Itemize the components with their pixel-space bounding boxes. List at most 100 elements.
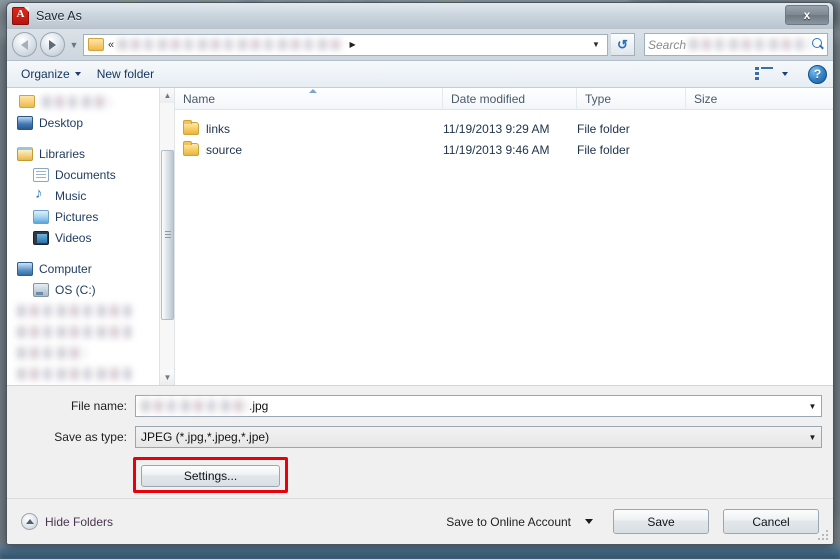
libraries-icon (17, 146, 33, 161)
chevron-down-icon[interactable]: ▼ (804, 396, 821, 416)
close-button[interactable]: x (785, 5, 829, 25)
scroll-up-icon[interactable]: ▲ (160, 88, 174, 103)
view-list-icon (755, 66, 775, 82)
file-list-pane: Name Date modified Type Size links 11/19… (175, 87, 833, 385)
file-name-row: File name: .jpg ▼ (7, 394, 833, 418)
back-button[interactable] (12, 32, 37, 57)
nav-item-redacted[interactable] (7, 300, 174, 321)
command-bar: Organize New folder ? (7, 61, 833, 88)
navigation-bar: ▼ « ▶ ▼ ↺ Search (7, 29, 833, 61)
navpane-scrollbar[interactable]: ▲ ▼ (159, 88, 174, 385)
sidebar-item-videos[interactable]: Videos (7, 227, 174, 248)
sidebar-item-desktop[interactable]: Desktop (7, 112, 174, 133)
sidebar-item-label: Videos (55, 230, 92, 245)
nav-item-redacted[interactable] (7, 342, 174, 363)
forward-arrow-icon (49, 39, 56, 50)
breadcrumb-path-redacted[interactable] (118, 39, 344, 50)
nav-item-label-redacted (17, 367, 135, 380)
music-icon (33, 185, 49, 203)
pictures-icon (33, 209, 49, 224)
save-form: File name: .jpg ▼ Save as type: JPEG (*.… (7, 386, 833, 502)
address-bar[interactable]: « ▶ ▼ (83, 33, 608, 56)
settings-button[interactable]: Settings... (141, 465, 280, 487)
file-date-cell: 11/19/2013 9:46 AM (443, 142, 550, 157)
sidebar-item-pictures[interactable]: Pictures (7, 206, 174, 227)
save-as-type-row: Save as type: JPEG (*.jpg,*.jpeg,*.jpe) … (7, 425, 833, 449)
save-as-type-label: Save as type: (54, 430, 127, 444)
sidebar-item-documents[interactable]: Documents (7, 164, 174, 185)
dialog-titlebar: Save As x (7, 3, 833, 29)
save-to-online-account-button[interactable]: Save to Online Account (446, 515, 593, 529)
sidebar-item-label: Libraries (39, 146, 86, 161)
table-row[interactable]: links 11/19/2013 9:29 AM File folder (175, 118, 833, 139)
column-header-type[interactable]: Type (577, 87, 686, 110)
new-folder-button[interactable]: New folder (89, 64, 162, 84)
cancel-button[interactable]: Cancel (723, 509, 819, 534)
collapse-up-icon (21, 513, 38, 530)
sort-ascending-icon (308, 88, 317, 93)
chevron-down-icon (782, 72, 788, 76)
file-list-header: Name Date modified Type Size (175, 87, 833, 110)
documents-icon (33, 167, 49, 182)
hide-folders-label: Hide Folders (45, 514, 114, 529)
save-button[interactable]: Save (613, 509, 709, 534)
sidebar-item-label: Desktop (39, 115, 84, 130)
resize-grip-icon[interactable] (818, 530, 830, 542)
column-header-size[interactable]: Size (686, 88, 786, 110)
column-header-date-modified[interactable]: Date modified (443, 87, 577, 110)
sidebar-item-libraries[interactable]: Libraries (7, 143, 174, 164)
nav-item-redacted[interactable] (7, 363, 174, 384)
background-taskbar-inner (0, 550, 840, 559)
breadcrumb-overflow-chevrons[interactable]: « (108, 39, 114, 51)
refresh-icon[interactable]: ↺ (611, 33, 635, 56)
file-name-label: File name: (70, 399, 127, 413)
sidebar-item-label: Music (55, 188, 87, 203)
dialog-content: Desktop Libraries Documents Music Pictur… (7, 87, 833, 386)
column-header-name[interactable]: Name (175, 87, 443, 110)
sidebar-item-label: Pictures (55, 209, 99, 224)
folder-icon (183, 141, 199, 156)
breadcrumb-separator-icon[interactable]: ▶ (349, 40, 355, 49)
computer-icon (17, 261, 33, 276)
file-type-cell: File folder (577, 121, 630, 136)
file-name-value-redacted (141, 400, 249, 412)
organize-button[interactable]: Organize (13, 64, 89, 84)
save-as-type-select[interactable]: JPEG (*.jpg,*.jpeg,*.jpe) ▼ (135, 426, 822, 448)
sidebar-item-computer[interactable]: Computer (7, 258, 174, 279)
view-mode-button[interactable] (747, 64, 796, 85)
file-name-label: links (206, 121, 231, 136)
sidebar-item-label: Computer (39, 261, 92, 276)
file-name-cell[interactable]: links (175, 120, 443, 136)
scroll-down-icon[interactable]: ▼ (160, 370, 174, 385)
hide-folders-button[interactable]: Hide Folders (7, 513, 113, 530)
file-name-cell[interactable]: source (175, 141, 443, 157)
sidebar-item-label: Documents (55, 167, 116, 182)
column-header-label: Name (183, 91, 216, 106)
address-dropdown-button[interactable]: ▼ (587, 35, 605, 55)
forward-button[interactable] (40, 32, 65, 57)
folder-icon (183, 120, 199, 135)
table-row[interactable]: source 11/19/2013 9:46 AM File folder (175, 139, 833, 160)
folder-icon (19, 95, 35, 108)
online-account-label: Save to Online Account (446, 514, 571, 529)
nav-item-label-redacted (42, 95, 110, 108)
sidebar-item-music[interactable]: Music (7, 185, 174, 206)
dialog-title: Save As (36, 8, 82, 23)
file-name-input[interactable]: .jpg ▼ (135, 395, 822, 417)
nav-item-label-redacted (17, 304, 135, 317)
drive-icon (33, 282, 49, 297)
nav-item-redacted-selected[interactable] (7, 321, 174, 342)
search-input[interactable]: Search (644, 33, 828, 56)
help-icon[interactable]: ? (808, 64, 827, 84)
dialog-footer: Hide Folders Save to Online Account Save… (7, 498, 833, 544)
chevron-down-icon[interactable]: ▼ (804, 427, 821, 447)
chevron-down-icon (74, 72, 81, 76)
recent-locations-button[interactable]: ▼ (68, 40, 80, 50)
scrollbar-thumb[interactable] (161, 150, 174, 320)
search-location-redacted (689, 39, 811, 50)
nav-item-label-redacted (17, 346, 85, 359)
sidebar-item-os-c[interactable]: OS (C:) (7, 279, 174, 300)
nav-item-redacted[interactable] (7, 91, 174, 112)
folder-icon (88, 38, 104, 51)
new-folder-label: New folder (96, 67, 155, 81)
